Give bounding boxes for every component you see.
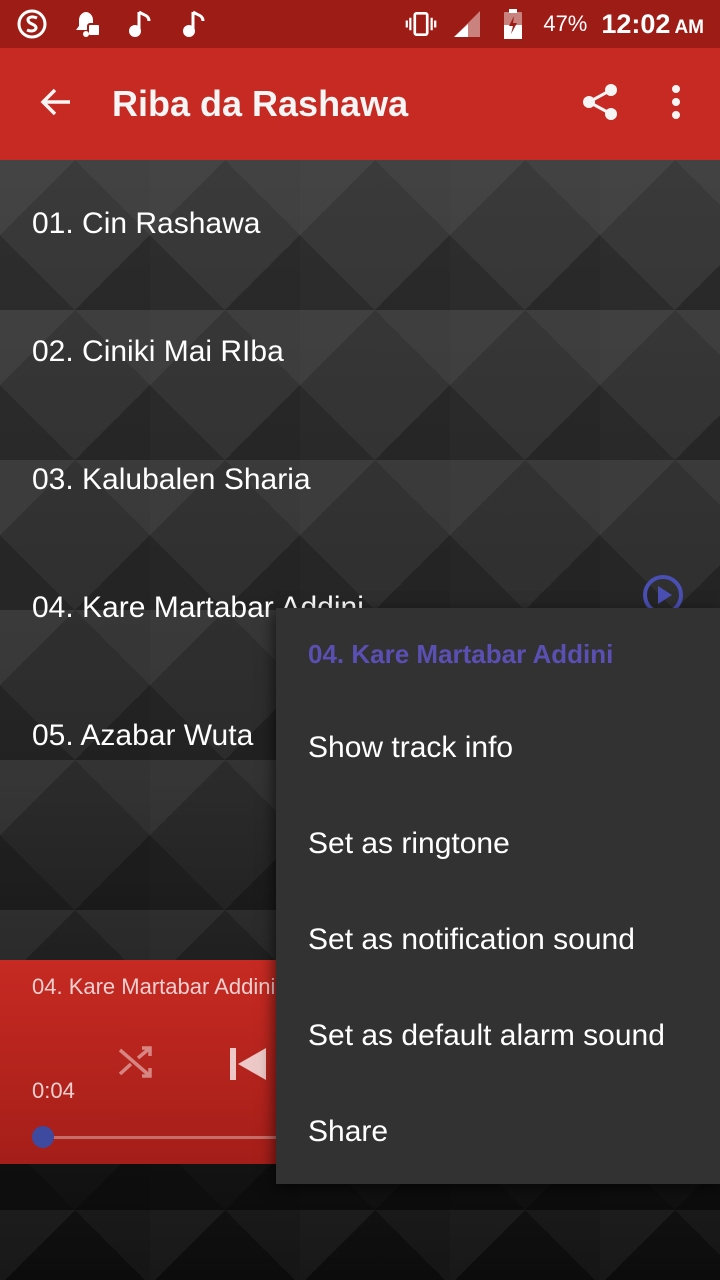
context-menu: 04. Kare Martabar Addini Show track info… <box>276 608 720 1184</box>
music-note-icon <box>178 8 210 40</box>
now-playing-title: 04. Kare Martabar Addini <box>32 974 276 999</box>
seek-thumb[interactable] <box>32 1126 54 1148</box>
previous-track-icon[interactable] <box>226 1042 270 1086</box>
more-vert-icon <box>671 84 681 125</box>
page-title: Riba da Rashawa <box>112 83 409 124</box>
back-arrow-icon <box>38 84 74 125</box>
vibrate-icon <box>405 8 437 40</box>
music-note-icon <box>124 8 156 40</box>
more-options-button[interactable] <box>652 48 700 160</box>
menu-item-share[interactable]: Share <box>276 1084 720 1180</box>
menu-item-set-notification-sound[interactable]: Set as notification sound <box>276 892 720 988</box>
shuffle-icon[interactable] <box>116 1042 156 1082</box>
battery-percent: 47% <box>543 11 588 36</box>
menu-item-set-alarm-sound[interactable]: Set as default alarm sound <box>276 988 720 1084</box>
menu-item-set-ringtone[interactable]: Set as ringtone <box>276 796 720 892</box>
track-label: 05. Azabar Wuta <box>32 719 254 752</box>
clock-ampm: AM <box>674 16 704 38</box>
status-bar: 47% 12:02 AM <box>0 0 720 48</box>
clock: 12:02 AM <box>601 9 704 40</box>
share-button[interactable] <box>568 48 632 160</box>
share-icon <box>580 82 620 127</box>
notification-bell-icon <box>70 8 102 40</box>
track-label: 01. Cin Rashawa <box>32 207 261 240</box>
battery-icon <box>497 8 529 40</box>
s-app-icon <box>16 8 48 40</box>
track-label: 02. Ciniki Mai RIba <box>32 335 284 368</box>
signal-icon <box>451 8 483 40</box>
menu-title: 04. Kare Martabar Addini <box>308 638 614 669</box>
track-item[interactable]: 03. Kalubalen Sharia <box>0 416 720 544</box>
clock-time: 12:02 <box>601 8 671 39</box>
current-time: 0:04 <box>32 1078 75 1103</box>
app-bar: Riba da Rashawa <box>0 48 720 160</box>
track-item[interactable]: 01. Cin Rashawa <box>0 160 720 288</box>
track-item[interactable]: 02. Ciniki Mai RIba <box>0 288 720 416</box>
track-label: 03. Kalubalen Sharia <box>32 463 311 496</box>
menu-item-show-track-info[interactable]: Show track info <box>276 700 720 796</box>
